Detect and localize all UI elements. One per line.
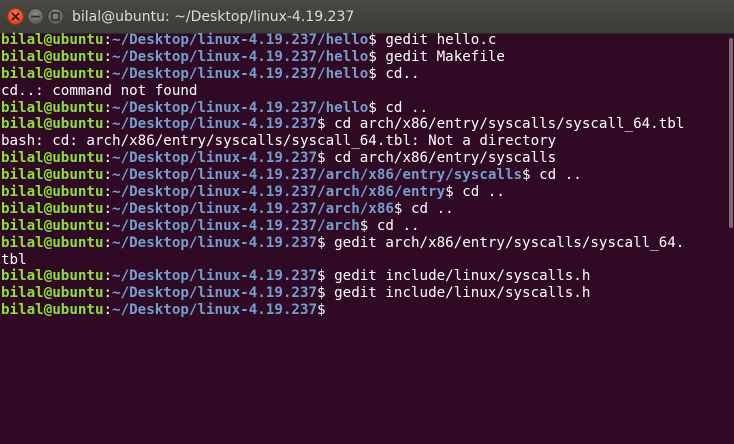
prompt-user-host: bilal@ubuntu [1,32,104,48]
prompt-path: ~/Desktop/linux-4.19.237/hello [112,48,369,65]
terminal-output[interactable]: bilal@ubuntu:~/Desktop/linux-4.19.237/he… [1,32,723,444]
prompt-line: bilal@ubuntu:~/Desktop/linux-4.19.237/ar… [1,218,723,235]
scrollbar[interactable] [725,34,734,444]
prompt-line: bilal@ubuntu:~/Desktop/linux-4.19.237$ [1,302,723,319]
prompt-line: bilal@ubuntu:~/Desktop/linux-4.19.237/ar… [1,167,723,184]
prompt-user-host: bilal@ubuntu [1,167,104,184]
prompt-separator: : [103,217,113,234]
prompt-user-host: bilal@ubuntu [1,234,104,251]
prompt-separator: : [103,302,113,319]
prompt-separator: : [103,167,113,184]
prompt-path: ~/Desktop/linux-4.19.237/hello [112,32,369,48]
prompt-separator: : [103,48,113,65]
window-title: bilal@ubuntu: ~/Desktop/linux-4.19.237 [72,9,355,25]
minimize-icon [31,15,40,18]
prompt-separator: : [103,200,113,217]
command-text: $ cd arch/x86/entry/syscalls/syscall_64.… [317,116,685,133]
prompt-separator: : [103,116,113,133]
scrollbar-thumb[interactable] [729,38,733,228]
prompt-line: bilal@ubuntu:~/Desktop/linux-4.19.237$ g… [1,285,723,302]
prompt-separator: : [103,234,113,251]
prompt-path: ~/Desktop/linux-4.19.237 [112,234,318,251]
prompt-line: bilal@ubuntu:~/Desktop/linux-4.19.237$ g… [1,235,723,252]
maximize-button[interactable] [47,8,64,25]
command-text: $ gedit Makefile [368,48,505,65]
command-text: $ gedit hello.c [368,32,497,48]
command-text: $ gedit include/linux/syscalls.h [317,268,591,285]
maximize-icon [51,12,60,21]
prompt-user-host: bilal@ubuntu [1,150,104,167]
prompt-line: bilal@ubuntu:~/Desktop/linux-4.19.237$ g… [1,268,723,285]
output-line: cd..: command not found [1,83,723,100]
prompt-line: bilal@ubuntu:~/Desktop/linux-4.19.237/ar… [1,201,723,218]
prompt-path: ~/Desktop/linux-4.19.237/hello [112,65,369,82]
output-line: tbl [1,252,723,269]
prompt-user-host: bilal@ubuntu [1,116,104,133]
prompt-separator: : [103,99,113,116]
prompt-path: ~/Desktop/linux-4.19.237 [112,150,318,167]
prompt-line: bilal@ubuntu:~/Desktop/linux-4.19.237$ c… [1,150,723,167]
prompt-path: ~/Desktop/linux-4.19.237/hello [112,99,369,116]
prompt-user-host: bilal@ubuntu [1,48,104,65]
prompt-line: bilal@ubuntu:~/Desktop/linux-4.19.237/he… [1,32,723,49]
prompt-path: ~/Desktop/linux-4.19.237 [112,285,318,302]
prompt-user-host: bilal@ubuntu [1,99,104,116]
prompt-line: bilal@ubuntu:~/Desktop/linux-4.19.237$ c… [1,116,723,133]
command-text: $ cd .. [522,167,582,184]
command-text: $ cd.. [368,65,420,82]
minimize-button[interactable] [27,8,44,25]
command-text: $ gedit arch/x86/entry/syscalls/syscall_… [317,234,685,251]
close-button[interactable] [7,8,24,25]
command-text: $ cd arch/x86/entry/syscalls [317,150,557,167]
command-text: $ [317,302,335,319]
prompt-separator: : [103,150,113,167]
prompt-path: ~/Desktop/linux-4.19.237/arch/x86/entry [112,184,446,201]
prompt-path: ~/Desktop/linux-4.19.237 [112,116,318,133]
output-text: tbl [1,251,27,268]
command-text: $ gedit include/linux/syscalls.h [317,285,591,302]
prompt-user-host: bilal@ubuntu [1,65,104,82]
prompt-separator: : [103,65,113,82]
prompt-separator: : [103,32,113,48]
command-text: $ cd .. [359,217,420,234]
prompt-separator: : [103,285,113,302]
prompt-user-host: bilal@ubuntu [1,285,104,302]
title-bar[interactable]: bilal@ubuntu: ~/Desktop/linux-4.19.237 [0,0,734,34]
prompt-user-host: bilal@ubuntu [1,200,104,217]
prompt-path: ~/Desktop/linux-4.19.237/arch/x86 [112,200,394,217]
prompt-user-host: bilal@ubuntu [1,184,104,201]
prompt-user-host: bilal@ubuntu [1,268,104,285]
prompt-user-host: bilal@ubuntu [1,217,104,234]
prompt-user-host: bilal@ubuntu [1,302,104,319]
prompt-line: bilal@ubuntu:~/Desktop/linux-4.19.237/he… [1,100,723,117]
prompt-separator: : [103,268,113,285]
prompt-path: ~/Desktop/linux-4.19.237 [112,302,318,319]
output-line: bash: cd: arch/x86/entry/syscalls/syscal… [1,133,723,150]
command-text: $ cd .. [445,184,505,201]
command-text: $ cd .. [393,200,454,217]
output-text: cd..: command not found [1,82,198,99]
close-icon [11,12,20,21]
output-text: bash: cd: arch/x86/entry/syscalls/syscal… [1,133,557,150]
command-text: $ cd .. [368,99,429,116]
prompt-path: ~/Desktop/linux-4.19.237 [112,268,318,285]
prompt-line: bilal@ubuntu:~/Desktop/linux-4.19.237/he… [1,66,723,83]
terminal-window: bilal@ubuntu: ~/Desktop/linux-4.19.237 b… [0,0,734,444]
prompt-line: bilal@ubuntu:~/Desktop/linux-4.19.237/ar… [1,184,723,201]
prompt-path: ~/Desktop/linux-4.19.237/arch/x86/entry/… [112,167,523,184]
prompt-separator: : [103,184,113,201]
prompt-line: bilal@ubuntu:~/Desktop/linux-4.19.237/he… [1,49,723,66]
prompt-path: ~/Desktop/linux-4.19.237/arch [112,217,360,234]
